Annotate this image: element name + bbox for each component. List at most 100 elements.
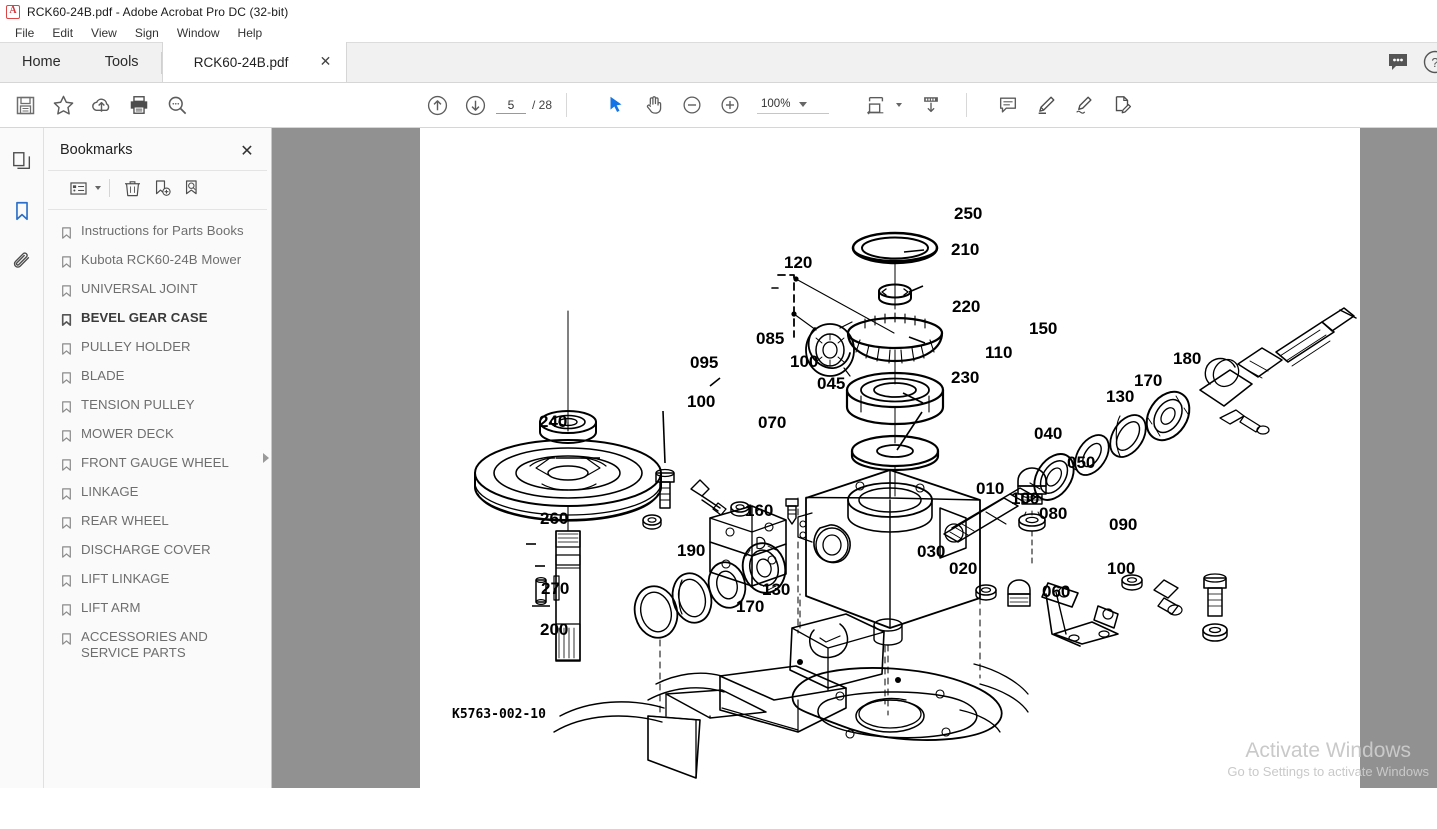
edit-pdf-icon[interactable] [1103,86,1141,124]
chevron-down-icon [799,101,808,107]
part-callout: 250 [954,204,982,223]
bookmark-icon [60,341,73,362]
bookmark-item[interactable]: LIFT ARM [58,597,265,626]
bookmarks-panel: Bookmarks ✕ Instructions for Parts Books… [44,128,272,788]
bookmark-label: DISCHARGE COVER [81,542,211,557]
drawing-number: K5763-002-10 [452,707,546,722]
menu-edit[interactable]: Edit [43,25,82,41]
zoom-level-value: 100% [761,98,791,110]
part-callout: 170 [736,597,764,616]
bookmark-item[interactable]: DISCHARGE COVER [58,539,265,568]
new-bookmark-icon[interactable] [148,175,176,201]
attachments-icon[interactable] [7,246,37,276]
bookmark-icon [60,225,73,246]
part-callout: 260 [540,509,568,528]
bookmark-item[interactable]: LIFT LINKAGE [58,568,265,597]
part-callout: 030 [917,542,945,561]
page-total-label: / 28 [532,98,553,112]
bookmark-item[interactable]: REAR WHEEL [58,510,265,539]
part-callout: 150 [1029,319,1057,338]
bookmark-icon [60,312,73,333]
part-callout: 100 [1011,489,1039,508]
bookmarks-list: Instructions for Parts Books Kubota RCK60… [44,210,271,788]
part-callout: 100 [1107,559,1135,578]
part-callout: 100 [790,352,818,371]
part-callout: 130 [762,580,790,599]
bookmark-label: ACCESSORIES AND SERVICE PARTS [81,629,208,660]
part-callout: 210 [951,240,979,259]
sign-icon[interactable] [1065,86,1103,124]
print-icon[interactable] [120,86,158,124]
tabstrip-right-tools: ? [1387,42,1437,82]
tab-document[interactable]: RCK60-24B.pdf ✕ [161,42,347,82]
toolbar-divider-2 [966,93,968,117]
bookmark-item[interactable]: MOWER DECK [58,423,265,452]
comment-balloon-icon[interactable] [1387,52,1409,72]
tab-tools[interactable]: Tools [83,42,161,82]
bookmark-item[interactable]: BEVEL GEAR CASE [58,307,265,336]
bookmark-icon [60,486,73,507]
part-callout: 110 [985,343,1012,362]
bookmarks-panel-header: Bookmarks ✕ [44,128,271,170]
bookmark-options-icon[interactable] [64,175,92,201]
bookmark-options-chevron-icon[interactable] [95,186,101,190]
highlight-pen-icon[interactable] [1027,86,1065,124]
page-number-input[interactable] [496,96,526,114]
zoom-in-icon[interactable] [711,86,749,124]
close-icon[interactable]: ✕ [318,54,334,70]
bookmark-label: Instructions for Parts Books [81,223,244,238]
arrow-down-circle-icon[interactable] [456,86,494,124]
select-arrow-icon[interactable] [597,86,635,124]
window-title: RCK60-24B.pdf - Adobe Acrobat Pro DC (32… [27,4,289,19]
find-bookmark-icon[interactable] [178,175,206,201]
tab-home[interactable]: Home [0,42,83,82]
help-circle-icon[interactable]: ? [1423,50,1437,74]
bookmark-label: BEVEL GEAR CASE [81,310,208,325]
bookmark-label: Kubota RCK60-24B Mower [81,252,242,267]
document-viewer[interactable]: 250 210 120 220 085 150 095 100 110 180 045 230 170 1… [272,128,1437,788]
bookmark-item[interactable]: UNIVERSAL JOINT [58,278,265,307]
bookmark-item[interactable]: BLADE [58,365,265,394]
part-callout: 170 [1134,371,1162,390]
toolbar-left-group [6,86,196,124]
bookmark-item[interactable]: PULLEY HOLDER [58,336,265,365]
acrobat-logo-icon [6,4,20,19]
page-thumbnails-icon[interactable] [7,146,37,176]
fit-page-chevron-icon[interactable] [896,103,903,107]
menu-window[interactable]: Window [168,25,229,41]
menu-sign[interactable]: Sign [126,25,168,41]
upload-cloud-icon[interactable] [82,86,120,124]
bookmark-item[interactable]: FRONT GAUGE WHEEL [58,452,265,481]
menu-view[interactable]: View [82,25,126,41]
comment-icon[interactable] [989,86,1027,124]
menu-file[interactable]: File [6,25,43,41]
delete-bookmark-icon[interactable] [118,175,146,201]
bookmark-item[interactable]: LINKAGE [58,481,265,510]
part-callout: 240 [539,412,567,431]
bookmark-icon [60,544,73,565]
star-icon[interactable] [44,86,82,124]
bookmark-icon [60,283,73,304]
bookmark-icon [60,428,73,449]
fit-page-icon[interactable] [857,86,895,124]
part-callout: 050 [1067,453,1095,472]
hand-tool-icon[interactable] [635,86,673,124]
menu-help[interactable]: Help [229,25,272,41]
toolbar-divider-1 [566,93,568,117]
part-callout: 040 [1034,424,1062,443]
title-bar: RCK60-24B.pdf - Adobe Acrobat Pro DC (32… [0,0,1437,23]
close-icon[interactable]: ✕ [237,140,257,160]
search-icon[interactable] [158,86,196,124]
bookmark-item[interactable]: Instructions for Parts Books [58,220,265,249]
bookmarks-icon[interactable] [7,196,37,226]
zoom-out-icon[interactable] [673,86,711,124]
zoom-level-dropdown[interactable]: 100% [757,96,830,114]
page-scroll-icon[interactable] [912,86,950,124]
save-icon[interactable] [6,86,44,124]
bookmarks-panel-title: Bookmarks [60,142,133,158]
bookmark-item[interactable]: TENSION PULLEY [58,394,265,423]
bookmark-item[interactable]: ACCESSORIES AND SERVICE PARTS [58,626,265,664]
svg-text:?: ? [1431,55,1437,70]
bookmark-item[interactable]: Kubota RCK60-24B Mower [58,249,265,278]
arrow-up-circle-icon[interactable] [418,86,456,124]
